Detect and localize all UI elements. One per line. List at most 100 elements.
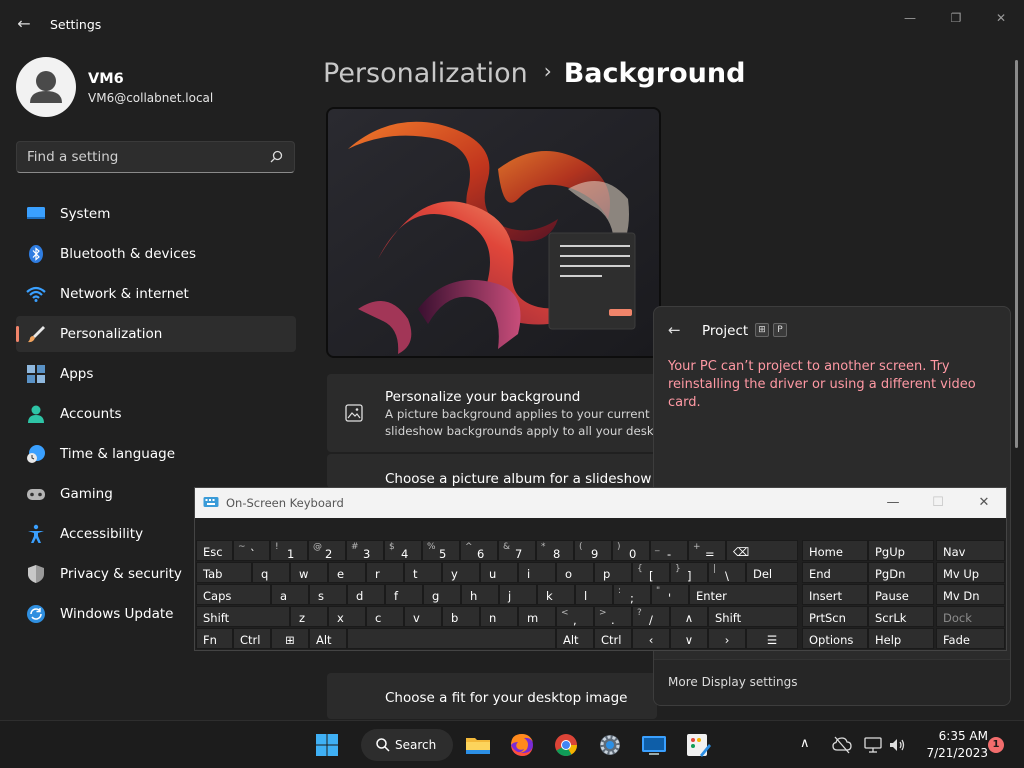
key-move-down[interactable]: Mv Dn bbox=[936, 584, 1005, 605]
key-p[interactable]: p bbox=[594, 562, 632, 583]
key-enter[interactable]: Enter bbox=[689, 584, 798, 605]
key-backslash[interactable]: | \ bbox=[708, 562, 746, 583]
settings-gear-icon[interactable] bbox=[596, 731, 624, 759]
key-minus[interactable]: _ - bbox=[650, 540, 688, 561]
scrollbar[interactable] bbox=[1015, 60, 1018, 448]
key-nav[interactable]: Nav bbox=[936, 540, 1005, 561]
key-2[interactable]: @2 bbox=[308, 540, 346, 561]
sidebar-item-time-language[interactable]: Time & language bbox=[16, 436, 296, 472]
clock-date[interactable]: 7/21/2023 bbox=[916, 746, 988, 760]
paint-icon[interactable] bbox=[684, 731, 712, 759]
key-ctrl-left[interactable]: Ctrl bbox=[233, 628, 271, 649]
sidebar-item-bluetooth[interactable]: Bluetooth & devices bbox=[16, 236, 296, 272]
cloud-off-icon[interactable] bbox=[832, 736, 852, 754]
key-scrlk[interactable]: ScrLk bbox=[868, 606, 934, 627]
network-icon[interactable] bbox=[864, 736, 882, 754]
key-right-arrow[interactable]: › bbox=[708, 628, 746, 649]
breadcrumb-parent[interactable]: Personalization bbox=[323, 58, 528, 89]
key-options[interactable]: Options bbox=[802, 628, 868, 649]
search-input[interactable] bbox=[27, 148, 257, 166]
key-e[interactable]: e bbox=[328, 562, 366, 583]
key-close-bracket[interactable]: }] bbox=[670, 562, 708, 583]
key-r[interactable]: r bbox=[366, 562, 404, 583]
volume-icon[interactable] bbox=[888, 736, 906, 754]
key-l[interactable]: l bbox=[575, 584, 613, 605]
back-arrow-icon[interactable]: ← bbox=[12, 12, 36, 36]
key-pause[interactable]: Pause bbox=[868, 584, 934, 605]
key-period[interactable]: >. bbox=[594, 606, 632, 627]
key-i[interactable]: i bbox=[518, 562, 556, 583]
key-end[interactable]: End bbox=[802, 562, 868, 583]
key-f[interactable]: f bbox=[385, 584, 423, 605]
key-g[interactable]: g bbox=[423, 584, 461, 605]
key-5[interactable]: % 5 bbox=[422, 540, 460, 561]
back-arrow-icon[interactable]: ← bbox=[668, 321, 681, 339]
key-t[interactable]: t bbox=[404, 562, 442, 583]
key-space[interactable] bbox=[347, 628, 556, 649]
osk-maximize-button[interactable]: ☐ bbox=[923, 494, 953, 512]
key-c[interactable]: c bbox=[366, 606, 404, 627]
clock-time[interactable]: 6:35 AM bbox=[916, 729, 988, 743]
key-b[interactable]: b bbox=[442, 606, 480, 627]
sidebar-item-personalization[interactable]: Personalization bbox=[16, 316, 296, 352]
key-w[interactable]: w bbox=[290, 562, 328, 583]
remote-desktop-icon[interactable] bbox=[640, 731, 668, 759]
notification-badge[interactable]: 1 bbox=[988, 737, 1004, 753]
sidebar-item-system[interactable]: System bbox=[16, 196, 296, 232]
key-s[interactable]: s bbox=[309, 584, 347, 605]
settings-search[interactable] bbox=[16, 141, 295, 173]
sidebar-item-apps[interactable]: Apps bbox=[16, 356, 296, 392]
key-j[interactable]: j bbox=[499, 584, 537, 605]
key-u[interactable]: u bbox=[480, 562, 518, 583]
windows-start-icon[interactable] bbox=[313, 731, 341, 759]
key-m[interactable]: m bbox=[518, 606, 556, 627]
key-left-arrow[interactable]: ‹ bbox=[632, 628, 670, 649]
personalize-background-card[interactable]: Personalize your background A picture ba… bbox=[327, 374, 681, 452]
taskbar-search[interactable]: Search bbox=[361, 729, 453, 761]
key-y[interactable]: y bbox=[442, 562, 480, 583]
key-a[interactable]: a bbox=[271, 584, 309, 605]
firefox-icon[interactable] bbox=[508, 731, 536, 759]
key-slash[interactable]: ? / bbox=[632, 606, 670, 627]
file-explorer-icon[interactable] bbox=[464, 731, 492, 759]
more-display-settings-link[interactable]: More Display settings bbox=[668, 675, 797, 689]
key-prtscn[interactable]: PrtScn bbox=[802, 606, 868, 627]
key-q[interactable]: q bbox=[252, 562, 290, 583]
key-tab[interactable]: Tab bbox=[196, 562, 252, 583]
key-x[interactable]: x bbox=[328, 606, 366, 627]
key-9[interactable]: (9 bbox=[574, 540, 612, 561]
key-n[interactable]: n bbox=[480, 606, 518, 627]
osk-minimize-button[interactable]: — bbox=[878, 494, 908, 512]
key-down-arrow[interactable]: ∨ bbox=[670, 628, 708, 649]
key-windows[interactable]: ⊞ bbox=[271, 628, 309, 649]
key-3[interactable]: #3 bbox=[346, 540, 384, 561]
key-4[interactable]: $4 bbox=[384, 540, 422, 561]
minimize-button[interactable]: — bbox=[894, 8, 926, 28]
key-7[interactable]: & 7 bbox=[498, 540, 536, 561]
key-comma[interactable]: <, bbox=[556, 606, 594, 627]
key-esc[interactable]: Esc bbox=[196, 540, 233, 561]
key-shift-left[interactable]: Shift bbox=[196, 606, 290, 627]
key-move-up[interactable]: Mv Up bbox=[936, 562, 1005, 583]
key-backtick[interactable]: ~ ` bbox=[233, 540, 270, 561]
key-6[interactable]: ^ 6 bbox=[460, 540, 498, 561]
sidebar-item-accounts[interactable]: Accounts bbox=[16, 396, 296, 432]
sidebar-item-network[interactable]: Network & internet bbox=[16, 276, 296, 312]
key-fade[interactable]: Fade bbox=[936, 628, 1005, 649]
close-button[interactable]: ✕ bbox=[985, 8, 1017, 28]
slideshow-album-card[interactable]: Choose a picture album for a slideshow bbox=[327, 454, 657, 488]
key-h[interactable]: h bbox=[461, 584, 499, 605]
key-insert[interactable]: Insert bbox=[802, 584, 868, 605]
key-alt-right[interactable]: Alt bbox=[556, 628, 594, 649]
key-home[interactable]: Home bbox=[802, 540, 868, 561]
key-menu[interactable]: ☰ bbox=[746, 628, 798, 649]
key-backspace[interactable]: ⌫ bbox=[726, 540, 798, 561]
key-quote[interactable]: " ' bbox=[651, 584, 689, 605]
key-alt-left[interactable]: Alt bbox=[309, 628, 347, 649]
key-up-arrow[interactable]: ∧ bbox=[670, 606, 708, 627]
key-help[interactable]: Help bbox=[868, 628, 934, 649]
key-k[interactable]: k bbox=[537, 584, 575, 605]
key-fn[interactable]: Fn bbox=[196, 628, 233, 649]
key-pgdn[interactable]: PgDn bbox=[868, 562, 934, 583]
key-semicolon[interactable]: :; bbox=[613, 584, 651, 605]
